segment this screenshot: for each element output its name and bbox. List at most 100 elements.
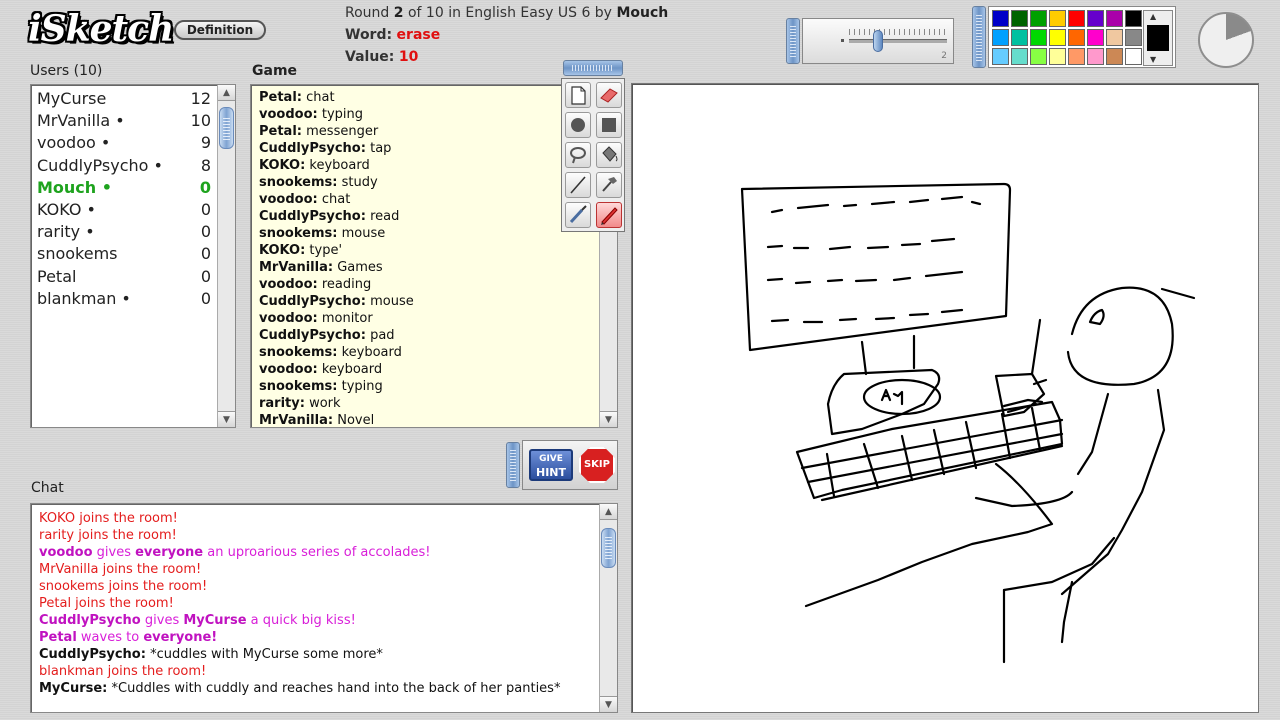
- user-row[interactable]: Petal 0: [37, 266, 211, 288]
- logo-text: iSketch: [28, 8, 174, 50]
- palette-up-arrow-icon[interactable]: ▲: [1150, 12, 1156, 21]
- guess-line: voodoo: typing: [259, 106, 599, 123]
- color-swatch[interactable]: [1087, 29, 1104, 46]
- guess-line: Petal: messenger: [259, 123, 599, 140]
- color-swatch[interactable]: [992, 48, 1009, 65]
- guess-line: snookems: keyboard: [259, 344, 599, 361]
- color-swatch[interactable]: [1125, 29, 1142, 46]
- color-swatch[interactable]: [1011, 48, 1028, 65]
- brush-size-knob[interactable]: [873, 30, 883, 52]
- user-row[interactable]: MyCurse 12: [37, 88, 211, 110]
- brush-size-track[interactable]: [849, 39, 947, 43]
- circle-tool[interactable]: [565, 112, 591, 138]
- tools-grip[interactable]: [563, 60, 623, 76]
- slider-ticks: [849, 29, 947, 35]
- users-scrollbar[interactable]: ▲ ▼: [217, 85, 235, 427]
- guess-line: snookems: typing: [259, 378, 599, 395]
- lasso-tool[interactable]: [565, 142, 591, 168]
- guess-user: rarity:: [259, 396, 305, 411]
- color-swatch[interactable]: [992, 10, 1009, 27]
- pencil-tool[interactable]: [596, 202, 622, 228]
- user-row[interactable]: KOKO • 0: [37, 199, 211, 221]
- guess-text: Novel: [337, 413, 375, 428]
- definition-button[interactable]: Definition: [174, 20, 266, 40]
- color-swatch[interactable]: [992, 29, 1009, 46]
- screen-line-1: [770, 195, 982, 214]
- size-panel-grip[interactable]: [786, 18, 800, 64]
- user-row[interactable]: MrVanilla • 10: [37, 110, 211, 132]
- user-row[interactable]: CuddlyPsycho • 8: [37, 155, 211, 177]
- user-name: MyCurse: [37, 89, 107, 108]
- guess-line: CuddlyPsycho: mouse: [259, 293, 599, 310]
- chat-scroll-thumb[interactable]: [601, 528, 616, 568]
- new-page-tool[interactable]: [565, 82, 591, 108]
- color-swatch[interactable]: [1011, 10, 1028, 27]
- actions-grip[interactable]: [506, 442, 520, 488]
- color-swatch[interactable]: [1068, 10, 1085, 27]
- user-row[interactable]: blankman • 0: [37, 288, 211, 310]
- guess-user: voodoo:: [259, 192, 318, 207]
- square-icon: [597, 113, 621, 141]
- color-swatch[interactable]: [1049, 10, 1066, 27]
- hammer-tool[interactable]: [596, 172, 622, 198]
- give-hint-button[interactable]: GIVE HINT: [529, 449, 573, 481]
- eraser-tool[interactable]: [596, 82, 622, 108]
- scroll-down-arrow-icon[interactable]: ▼: [600, 411, 617, 427]
- square-tool[interactable]: [596, 112, 622, 138]
- user-score: 0: [199, 177, 211, 197]
- small-size-dot: [841, 39, 844, 42]
- guess-text: tap: [370, 141, 392, 156]
- palette-down-arrow-icon[interactable]: ▼: [1150, 55, 1156, 64]
- drawing-canvas[interactable]: [631, 83, 1259, 713]
- color-swatch[interactable]: [1030, 10, 1047, 27]
- color-swatch[interactable]: [1049, 29, 1066, 46]
- color-swatch[interactable]: [1106, 48, 1123, 65]
- color-swatch[interactable]: [1030, 29, 1047, 46]
- users-scroll-thumb[interactable]: [219, 107, 234, 149]
- color-swatch[interactable]: [1011, 29, 1028, 46]
- game-heading: Game: [252, 63, 298, 79]
- color-swatch[interactable]: [1125, 48, 1142, 65]
- user-name: voodoo •: [37, 133, 111, 153]
- brush-tool[interactable]: [565, 202, 591, 228]
- user-row[interactable]: Mouch • 0: [37, 177, 211, 199]
- color-swatch[interactable]: [1030, 48, 1047, 65]
- scroll-up-arrow-icon[interactable]: ▲: [218, 85, 235, 101]
- user-row[interactable]: rarity • 0: [37, 221, 211, 243]
- user-name: blankman •: [37, 288, 131, 308]
- pencil-icon: [597, 203, 621, 231]
- scroll-down-arrow-icon[interactable]: ▼: [218, 411, 235, 427]
- scroll-down-arrow-icon[interactable]: ▼: [600, 696, 617, 712]
- user-row[interactable]: voodoo • 9: [37, 132, 211, 154]
- brush-icon: [566, 203, 590, 231]
- guess-line: CuddlyPsycho: read: [259, 208, 599, 225]
- palette-grip[interactable]: [972, 6, 986, 68]
- color-swatch[interactable]: [1068, 48, 1085, 65]
- user-score: 0: [200, 244, 211, 264]
- chat-heading: Chat: [31, 480, 64, 496]
- chat-message: KOKO joins the room!: [39, 510, 599, 527]
- color-swatch[interactable]: [1106, 29, 1123, 46]
- skip-button[interactable]: SKIP: [579, 447, 615, 483]
- bucket-icon: [597, 143, 621, 171]
- guess-line: snookems: study: [259, 174, 599, 191]
- user-row[interactable]: snookems 0: [37, 243, 211, 265]
- timer-dial: [1202, 16, 1250, 64]
- color-swatch[interactable]: [1068, 29, 1085, 46]
- color-swatch[interactable]: [1049, 48, 1066, 65]
- chat-name: MyCurse:: [39, 681, 108, 696]
- pad-scribble: [880, 388, 904, 406]
- color-swatch[interactable]: [1087, 48, 1104, 65]
- chat-scrollbar[interactable]: ▲ ▼: [599, 504, 617, 712]
- scroll-up-arrow-icon[interactable]: ▲: [600, 504, 617, 520]
- guess-user: CuddlyPsycho:: [259, 209, 366, 224]
- color-swatch[interactable]: [1106, 10, 1123, 27]
- line-tool[interactable]: [565, 172, 591, 198]
- color-swatch[interactable]: [1125, 10, 1142, 27]
- color-swatch[interactable]: [1087, 10, 1104, 27]
- chat-text: *Cuddles with cuddly and reaches hand in…: [107, 681, 561, 696]
- guess-line: KOKO: type': [259, 242, 599, 259]
- screen-line-4: [770, 308, 964, 324]
- fill-tool[interactable]: [596, 142, 622, 168]
- brush-size-slider-box: 2: [802, 18, 954, 64]
